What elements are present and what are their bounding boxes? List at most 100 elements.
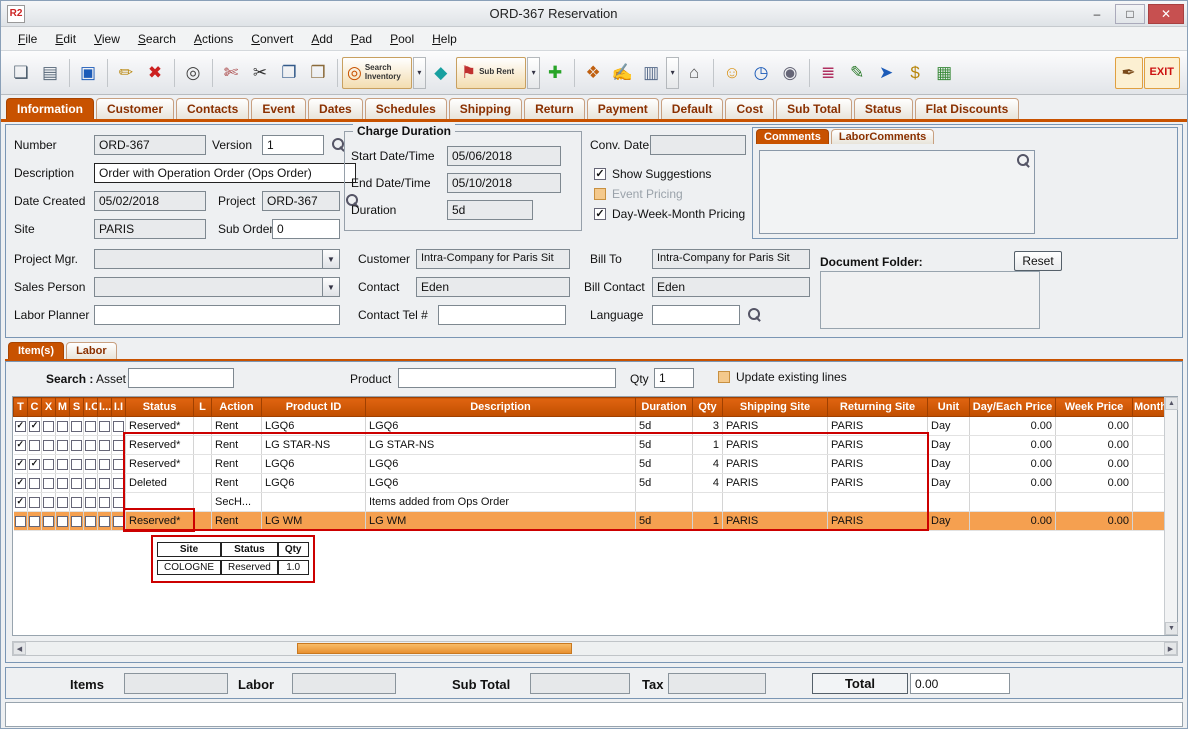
row-checkbox[interactable] [29,421,40,432]
qty-input[interactable]: 1 [654,368,694,388]
binoculars-search-icon[interactable]: ◎ [179,57,207,89]
tab-comments[interactable]: Comments [756,129,829,144]
table-row[interactable]: Reserved*RentLGQ6LGQ65d4PARISPARISDay0.0… [14,455,1167,474]
column-header-status[interactable]: Status [126,398,194,417]
exit-button[interactable]: EXIT [1144,57,1180,89]
column-header-m[interactable]: M [56,398,70,417]
sub-total-field[interactable] [530,673,630,694]
project-field[interactable]: ORD-367 [262,191,340,211]
row-checkbox[interactable] [57,459,68,470]
row-checkbox[interactable] [113,421,124,432]
horizontal-scroll-thumb[interactable] [297,643,572,654]
sub-rent-button-dropdown[interactable]: ▾ [527,57,540,89]
table-row[interactable]: Reserved*RentLG WMLG WM5d1PARISPARISDay0… [14,512,1167,531]
row-checkbox[interactable] [113,459,124,470]
version-field[interactable]: 1 [262,135,324,155]
search-inventory-button-dropdown[interactable]: ▾ [413,57,426,89]
tab-flat-discounts[interactable]: Flat Discounts [915,98,1020,119]
row-checkbox[interactable] [57,516,68,527]
sub-orders-field[interactable]: 0 [272,219,340,239]
bill-contact-field[interactable]: Eden [652,277,810,297]
fax-print-icon[interactable]: ⌂ [680,57,708,89]
vertical-scrollbar[interactable]: ▲ ▼ [1164,397,1177,635]
event-pricing-checkbox[interactable] [594,188,606,200]
description-field[interactable]: Order with Operation Order (Ops Order) [94,163,356,183]
row-checkbox[interactable] [43,497,54,508]
spheres-icon[interactable]: ❖ [579,57,607,89]
row-checkbox[interactable] [29,459,40,470]
document-folder-box[interactable] [820,271,1040,329]
tab-dates[interactable]: Dates [308,98,363,119]
row-checkbox[interactable] [99,478,110,489]
row-checkbox[interactable] [29,478,40,489]
scissors-icon[interactable]: ✂ [246,57,274,89]
cubes-icon[interactable]: ▦ [930,57,958,89]
row-checkbox[interactable] [15,440,26,451]
column-header-month[interactable]: Month [1133,398,1167,417]
language-field[interactable] [652,305,740,325]
smiley-icon[interactable]: ☺ [718,57,746,89]
row-checkbox[interactable] [71,478,82,489]
quill-icon[interactable]: ✒ [1115,57,1143,89]
start-date-field[interactable]: 05/06/2018 [447,146,561,166]
table-row[interactable]: SecH...Items added from Ops Order [14,493,1167,512]
column-header-product-id[interactable]: Product ID [262,398,366,417]
tab-default[interactable]: Default [661,98,724,119]
site-field[interactable]: PARIS [94,219,206,239]
row-checkbox[interactable] [85,459,96,470]
menu-item-view[interactable]: View [85,30,129,48]
row-checkbox[interactable] [99,516,110,527]
menu-item-edit[interactable]: Edit [46,30,85,48]
print-icon[interactable]: ▤ [36,57,64,89]
bill-to-field[interactable]: Intra-Company for Paris Sit [652,249,810,269]
tab-customer[interactable]: Customer [96,98,174,119]
contact-field[interactable]: Eden [416,277,570,297]
card-file-icon-dropdown[interactable]: ▾ [666,57,679,89]
row-checkbox[interactable] [85,440,96,451]
menu-item-convert[interactable]: Convert [242,30,302,48]
number-field[interactable]: ORD-367 [94,135,206,155]
row-checkbox[interactable] [43,440,54,451]
labor-planner-field[interactable] [94,305,340,325]
menu-item-pool[interactable]: Pool [381,30,423,48]
row-checkbox[interactable] [43,478,54,489]
menu-item-help[interactable]: Help [423,30,466,48]
menu-item-file[interactable]: File [9,30,46,48]
column-header-i-i[interactable]: I.I [112,398,126,417]
table-row[interactable]: Reserved*RentLGQ6LGQ65d3PARISPARISDay0.0… [14,417,1167,436]
column-header-x[interactable]: X [42,398,56,417]
show-suggestions-checkbox[interactable] [594,168,606,180]
money-icon[interactable]: $ [901,57,929,89]
cut-document-icon[interactable]: ✄ [217,57,245,89]
conv-date-field[interactable] [650,135,746,155]
row-checkbox[interactable] [113,497,124,508]
table-row[interactable]: Reserved*RentLG STAR-NSLG STAR-NS5d1PARI… [14,436,1167,455]
column-header-week-price[interactable]: Week Price [1056,398,1133,417]
row-checkbox[interactable] [29,440,40,451]
row-checkbox[interactable] [85,478,96,489]
menu-item-search[interactable]: Search [129,30,185,48]
tab-information[interactable]: Information [6,98,94,119]
menu-item-add[interactable]: Add [302,30,341,48]
copy-icon[interactable]: ❐ [275,57,303,89]
menu-item-actions[interactable]: Actions [185,30,242,48]
search-inventory-button[interactable]: ◎Search Inventory [342,57,412,89]
menu-item-pad[interactable]: Pad [342,30,381,48]
tab-event[interactable]: Event [251,98,306,119]
row-checkbox[interactable] [113,516,124,527]
tab-status[interactable]: Status [854,98,913,119]
column-header-day-each-price[interactable]: Day/Each Price [970,398,1056,417]
card-file-icon[interactable]: ▥ [637,57,665,89]
duration-field[interactable]: 5d [447,200,533,220]
row-checkbox[interactable] [71,459,82,470]
tab-labor[interactable]: Labor [66,342,117,359]
scroll-down-arrow[interactable]: ▼ [1165,622,1178,635]
save-icon[interactable]: ▣ [74,57,102,89]
row-checkbox[interactable] [99,497,110,508]
row-checkbox[interactable] [43,421,54,432]
row-checkbox[interactable] [71,497,82,508]
table-row[interactable]: DeletedRentLGQ6LGQ65d4PARISPARISDay0.000… [14,474,1167,493]
row-checkbox[interactable] [57,478,68,489]
delete-icon[interactable]: ✖ [141,57,169,89]
scroll-right-arrow[interactable]: ▶ [1164,642,1177,655]
